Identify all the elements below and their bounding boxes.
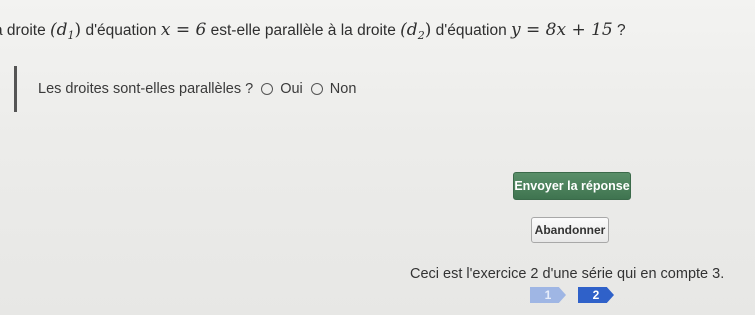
question-part: ? xyxy=(612,22,626,39)
answer-indicator-bar xyxy=(14,66,17,112)
equation-1: x = 6 xyxy=(160,20,207,40)
line-d1: (d1) xyxy=(50,20,82,42)
radio-yes[interactable] xyxy=(261,83,274,95)
cancel-button[interactable]: Abandonner xyxy=(531,217,609,243)
answer-prompt: Les droites sont-elles parallèles ? xyxy=(38,81,254,97)
radio-yes-label[interactable]: Oui xyxy=(280,81,303,97)
line-d2: (d2) xyxy=(400,20,432,42)
question-part: a droite xyxy=(0,22,46,39)
submit-button[interactable]: Envoyer la réponse xyxy=(513,172,631,200)
question-part: d'équation xyxy=(81,22,161,39)
question-part: est-elle parallèle à la droite xyxy=(206,22,401,39)
radio-no-label[interactable]: Non xyxy=(330,81,357,97)
question-text: a droite (d1) d'équation x = 6 est-elle … xyxy=(0,20,626,42)
step-1[interactable]: 1 xyxy=(530,287,566,303)
step-2[interactable]: 2 xyxy=(578,287,614,303)
question-part: d'équation xyxy=(431,22,511,39)
exercise-steps: 1 2 xyxy=(530,287,614,303)
equation-2: y = 8x + 15 xyxy=(511,20,613,40)
answer-row: Les droites sont-elles parallèles ? Oui … xyxy=(38,81,356,97)
exercise-info: Ceci est l'exercice 2 d'une série qui en… xyxy=(410,266,725,282)
radio-no[interactable] xyxy=(310,83,323,95)
